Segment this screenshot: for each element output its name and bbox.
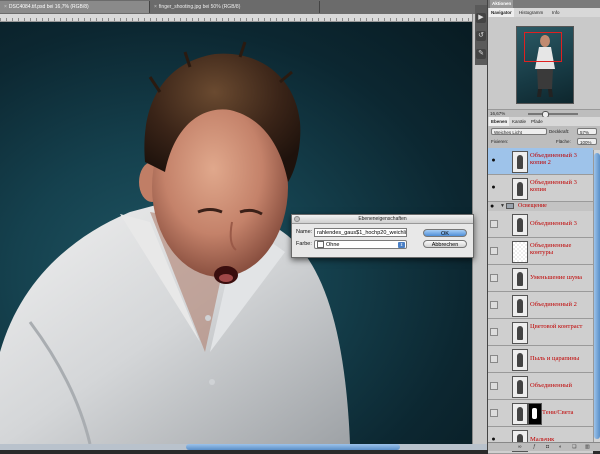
layer-name: Объединенные контуры <box>530 242 572 256</box>
tab-histogram[interactable]: Histogramm <box>517 8 545 17</box>
layer-name: Тени/Света <box>542 409 574 416</box>
navigator-zoom-value[interactable]: 16,67% <box>490 110 505 117</box>
layer-properties-dialog: Ebeneneigenschaften Name: rahlendes_gaus… <box>291 214 474 258</box>
layer-thumbnail <box>512 403 528 425</box>
opacity-label: Deckkraft: <box>549 129 570 134</box>
layer-row[interactable]: ● Объединенный 3 копия 2 <box>488 148 593 175</box>
canvas-vertical-scrollbar[interactable] <box>472 14 488 444</box>
document-tab-label: DSC4084.tif.psd bei 16,7% (RGB/8) <box>8 4 89 10</box>
layer-thumbnail <box>512 241 528 263</box>
opacity-input[interactable]: 57% <box>577 128 597 135</box>
layers-vertical-scroll-thumb[interactable] <box>594 153 600 439</box>
close-tab-icon[interactable]: × <box>154 4 157 10</box>
link-layers-icon[interactable]: ∞ <box>518 444 522 450</box>
actions-panel-header: Aktionen <box>488 0 600 8</box>
layer-thumbnail <box>512 349 528 371</box>
close-tab-icon[interactable]: × <box>4 4 7 10</box>
layer-thumbnail <box>512 322 528 344</box>
layer-name: Цветовой контраст <box>530 323 583 330</box>
fx-icon[interactable]: ƒ <box>533 444 536 450</box>
layer-name-input[interactable]: rahlendes_gaus$1_hochp20_weichlicht <box>314 228 407 237</box>
trash-icon[interactable]: ▥ <box>585 444 590 450</box>
eye-icon[interactable]: ● <box>490 157 497 164</box>
layer-row[interactable]: Цветовой контраст <box>488 319 593 346</box>
dialog-title: Ebeneneigenschaften <box>292 215 473 224</box>
layer-row[interactable]: Объединенный 3 <box>488 211 593 238</box>
layer-row[interactable]: Тени/Света <box>488 400 593 427</box>
layer-row[interactable]: Объединенный <box>488 373 593 400</box>
layer-name: Объединенный 2 <box>530 301 577 308</box>
layer-name: Объединенный 3 копия 2 <box>530 152 577 166</box>
dialog-color-label: Farbe: <box>296 241 312 247</box>
horizontal-ruler <box>0 14 472 22</box>
layer-mask-thumbnail <box>528 403 542 425</box>
layer-color-value: Ohne <box>326 242 340 248</box>
dialog-name-label: Name: <box>296 229 313 235</box>
document-tab-bar: × DSC4084.tif.psd bei 16,7% (RGB/8) × fing… <box>0 0 487 15</box>
navigator-view-rectangle[interactable] <box>524 32 562 62</box>
layer-color-select[interactable]: Ohne ⇕ <box>314 240 407 249</box>
layer-name: Уменьшение шума <box>530 274 582 281</box>
layer-thumbnail <box>512 268 528 290</box>
ok-button[interactable]: OK <box>423 229 467 237</box>
eye-icon[interactable]: ● <box>490 184 497 191</box>
disclosure-triangle-icon[interactable]: ▼ <box>500 202 505 211</box>
dialog-close-button[interactable] <box>294 216 300 222</box>
lock-label: Fixieren: <box>491 139 509 144</box>
visibility-toggle-box[interactable] <box>490 220 498 228</box>
document-tab-label: finger_shooting.jpg bei 50% (RGB/8) <box>158 4 241 10</box>
layer-row[interactable]: Объединенные контуры <box>488 238 593 265</box>
layer-row[interactable]: Пыль и царапины <box>488 346 593 373</box>
select-arrows-icon: ⇕ <box>398 242 405 248</box>
tab-info[interactable]: Info <box>550 8 562 17</box>
blend-mode-select[interactable]: Weiches Licht <box>491 128 547 135</box>
eye-icon[interactable]: ● <box>490 203 494 210</box>
folder-icon <box>506 203 514 209</box>
visibility-toggle-box[interactable] <box>490 301 498 309</box>
layer-row[interactable]: Уменьшение шума <box>488 265 593 292</box>
right-panel-column: Aktionen Navigator Histogramm Info 16,67… <box>487 0 600 454</box>
visibility-toggle-box[interactable] <box>490 328 498 336</box>
canvas-horizontal-scroll-thumb[interactable] <box>186 444 400 450</box>
layer-thumbnail <box>512 151 528 173</box>
tab-actions[interactable]: Aktionen <box>490 0 514 8</box>
navigator-zoom-slider[interactable] <box>528 113 578 115</box>
layer-thumbnail <box>512 214 528 236</box>
fill-input[interactable]: 100% <box>577 138 597 145</box>
actions-icon[interactable]: ▶ <box>476 13 486 23</box>
visibility-toggle-box[interactable] <box>490 382 498 390</box>
layer-thumbnail <box>512 295 528 317</box>
layer-name: Пыль и царапины <box>530 355 580 362</box>
visibility-toggle-box[interactable] <box>490 355 498 363</box>
cancel-button[interactable]: Abbrechen <box>423 240 467 248</box>
tab-paths[interactable]: Pfade <box>529 117 545 126</box>
visibility-toggle-box[interactable] <box>490 409 498 417</box>
layer-row[interactable]: Объединенный 2 <box>488 292 593 319</box>
tab-channels[interactable]: Kanäle <box>510 117 528 126</box>
layer-thumbnail <box>512 376 528 398</box>
layers-list: ● Объединенный 3 копия 2 ● Объединенный 3 к… <box>488 148 593 454</box>
visibility-toggle-box[interactable] <box>490 274 498 282</box>
layer-name: Объединенный 3 <box>530 220 577 227</box>
tool-presets-icon[interactable]: ✎ <box>476 49 486 59</box>
document-tab-2[interactable]: × finger_shooting.jpg bei 50% (RGB/8) <box>150 1 320 13</box>
fill-label: Fläche: <box>556 139 571 144</box>
layer-group-name: Освещение <box>518 203 547 209</box>
layer-name: Объединенный <box>530 382 572 389</box>
color-swatch <box>317 241 324 249</box>
layer-thumbnail <box>512 178 528 200</box>
history-icon[interactable]: ↺ <box>476 31 486 41</box>
tab-layers[interactable]: Ebenen <box>489 117 510 126</box>
adjustment-icon[interactable]: ◐ <box>559 444 562 450</box>
collapsed-panel-strip: ▶ ↺ ✎ <box>475 5 487 65</box>
document-tab-1[interactable]: × DSC4084.tif.psd bei 16,7% (RGB/8) <box>0 1 150 13</box>
mask-icon[interactable]: ◘ <box>546 444 549 450</box>
layer-name: Объединенный 3 копия <box>530 179 577 193</box>
new-layer-icon[interactable]: ❏ <box>572 444 576 450</box>
layer-row[interactable]: ● Объединенный 3 копия <box>488 175 593 202</box>
tab-navigator[interactable]: Navigator <box>489 8 514 17</box>
visibility-toggle-box[interactable] <box>490 247 498 255</box>
